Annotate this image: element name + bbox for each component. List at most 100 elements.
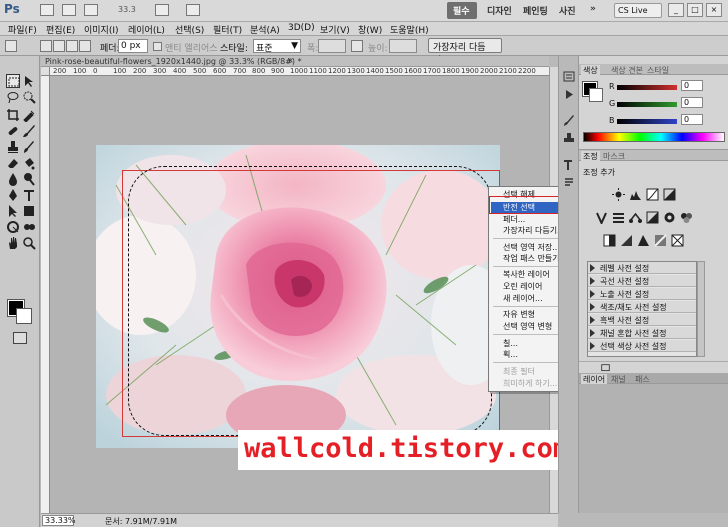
clone-stamp-tool-icon[interactable]: [6, 140, 20, 154]
history-brush-tool-icon[interactable]: [22, 140, 36, 154]
brush-panel-icon[interactable]: [562, 114, 576, 127]
menu-filter[interactable]: 필터(T): [213, 23, 242, 36]
tab-color[interactable]: 색상: [581, 65, 600, 75]
gradient-tool-icon[interactable]: [22, 156, 36, 170]
eyedropper-tool-icon[interactable]: [22, 108, 36, 123]
add-selection-icon[interactable]: [53, 40, 65, 52]
curves-icon[interactable]: [646, 188, 659, 201]
menu-edit[interactable]: 편집(E): [46, 23, 75, 36]
menu-layer[interactable]: 레이어(L): [128, 23, 165, 36]
view-extras-icon[interactable]: [84, 4, 98, 16]
preset-levels[interactable]: 레벨 사전 설정: [588, 262, 696, 274]
screen-mode-icon[interactable]: [186, 4, 200, 16]
color-background-swatch[interactable]: [589, 88, 603, 102]
zoom-level-readout[interactable]: 33.3: [118, 5, 136, 14]
menu-file[interactable]: 파일(F): [8, 23, 37, 36]
menu-analysis[interactable]: 분석(A): [250, 23, 280, 36]
lasso-tool-icon[interactable]: [6, 90, 20, 104]
status-zoom-field[interactable]: 33.33%: [42, 515, 76, 526]
channel-r-value[interactable]: 0: [681, 80, 703, 91]
threshold-icon[interactable]: [637, 234, 650, 247]
zoom-tool-icon[interactable]: [22, 236, 36, 250]
tab-channels[interactable]: 채널: [609, 374, 628, 385]
horizontal-ruler[interactable]: 200 100 0 100 200 300 400 500 600 700 80…: [50, 67, 549, 76]
actions-panel-icon[interactable]: [562, 88, 576, 101]
photo-filter-icon[interactable]: [663, 211, 676, 224]
channel-r-slider[interactable]: [617, 85, 677, 90]
new-selection-icon[interactable]: [40, 40, 52, 52]
history-panel-icon[interactable]: [562, 70, 576, 83]
preset-hue-saturation[interactable]: 색조/채도 사전 설정: [588, 301, 696, 313]
channel-mixer-icon[interactable]: [680, 211, 693, 224]
channel-g-slider[interactable]: [617, 102, 677, 107]
tab-styles[interactable]: 스타일: [645, 65, 671, 76]
channel-b-slider[interactable]: [617, 119, 677, 124]
refine-edge-button[interactable]: 가장자리 다듬기...: [428, 38, 502, 66]
move-tool-icon[interactable]: [22, 74, 36, 88]
preset-selective-color[interactable]: 선택 색상 사전 설정: [588, 340, 696, 352]
ruler-origin[interactable]: [41, 67, 50, 76]
menu-item-save-selection[interactable]: 선택 영역 저장...: [503, 242, 560, 253]
crop-tool-icon[interactable]: [6, 108, 20, 122]
spot-healing-tool-icon[interactable]: [6, 124, 20, 138]
rounded-selection-marquee[interactable]: [128, 166, 492, 436]
channel-b-value[interactable]: 0: [681, 114, 703, 125]
vibrance-icon[interactable]: [595, 211, 608, 226]
3d-camera-tool-icon[interactable]: [22, 220, 36, 234]
preset-black-white[interactable]: 흑백 사전 설정: [588, 314, 696, 326]
type-tool-icon[interactable]: [22, 188, 36, 202]
menu-item-feather[interactable]: 페더...: [503, 214, 525, 225]
tab-swatches[interactable]: 색상 견본: [609, 65, 645, 76]
gradient-map-icon[interactable]: [654, 234, 667, 247]
blur-tool-icon[interactable]: [6, 172, 20, 186]
color-spectrum-bar[interactable]: [583, 132, 725, 142]
levels-icon[interactable]: [629, 188, 642, 201]
width-input[interactable]: [318, 39, 346, 53]
tab-masks[interactable]: 마스크: [601, 151, 627, 162]
color-balance-icon[interactable]: [629, 211, 642, 224]
character-panel-icon[interactable]: [562, 158, 576, 171]
exposure-icon[interactable]: [663, 188, 676, 201]
vertical-ruler[interactable]: [41, 76, 50, 513]
quick-mask-icon[interactable]: [13, 332, 27, 344]
path-selection-tool-icon[interactable]: [6, 204, 20, 218]
minimize-icon[interactable]: _: [668, 3, 684, 17]
menu-window[interactable]: 창(W): [358, 23, 382, 36]
menu-item-stroke[interactable]: 획...: [503, 349, 518, 360]
marquee-tool-icon[interactable]: [6, 74, 20, 88]
style-select[interactable]: 표준 ▼: [253, 39, 301, 54]
workspace-design[interactable]: 디자인: [481, 2, 518, 19]
antialias-checkbox[interactable]: [153, 42, 162, 51]
selective-color-icon[interactable]: [671, 234, 684, 247]
pen-tool-icon[interactable]: [6, 188, 20, 202]
menu-item-transform-selection[interactable]: 선택 영역 변형: [503, 321, 552, 332]
menu-view[interactable]: 보기(V): [320, 23, 350, 36]
close-tab-icon[interactable]: ×: [287, 56, 294, 65]
menu-item-free-transform[interactable]: 자유 변형: [503, 309, 535, 320]
workspace-painting[interactable]: 페인팅: [517, 2, 554, 19]
black-white-icon[interactable]: [646, 211, 659, 224]
dodge-tool-icon[interactable]: [22, 172, 36, 186]
tab-adjustments[interactable]: 조정: [581, 151, 600, 161]
eraser-tool-icon[interactable]: [6, 156, 20, 170]
preset-channel-mixer[interactable]: 채널 혼합 사전 설정: [588, 327, 696, 339]
marquee-preset-icon[interactable]: [5, 40, 17, 52]
clone-source-panel-icon[interactable]: [562, 132, 576, 145]
menu-item-new-layer[interactable]: 새 레이어...: [503, 293, 543, 304]
hue-saturation-icon[interactable]: [612, 211, 625, 224]
menu-help[interactable]: 도움말(H): [390, 23, 429, 36]
cs-live-button[interactable]: CS Live: [614, 3, 662, 18]
feather-input[interactable]: 0 px: [118, 39, 148, 53]
workspace-photography[interactable]: 사진: [553, 2, 582, 19]
brush-tool-icon[interactable]: [22, 124, 36, 138]
quick-selection-tool-icon[interactable]: [22, 90, 36, 104]
bridge-icon[interactable]: [40, 4, 54, 16]
workspace-essentials[interactable]: 필수: [447, 2, 477, 19]
restore-icon[interactable]: □: [687, 3, 703, 17]
menu-item-layer-via-cut[interactable]: 오린 레이어: [503, 281, 542, 292]
document-tab[interactable]: Pink-rose-beautiful-flowers_1920x1440.jp…: [41, 56, 549, 67]
shape-tool-icon[interactable]: [22, 204, 36, 218]
menu-3d[interactable]: 3D(D): [288, 23, 315, 33]
posterize-icon[interactable]: [620, 234, 633, 247]
intersect-selection-icon[interactable]: [79, 40, 91, 52]
